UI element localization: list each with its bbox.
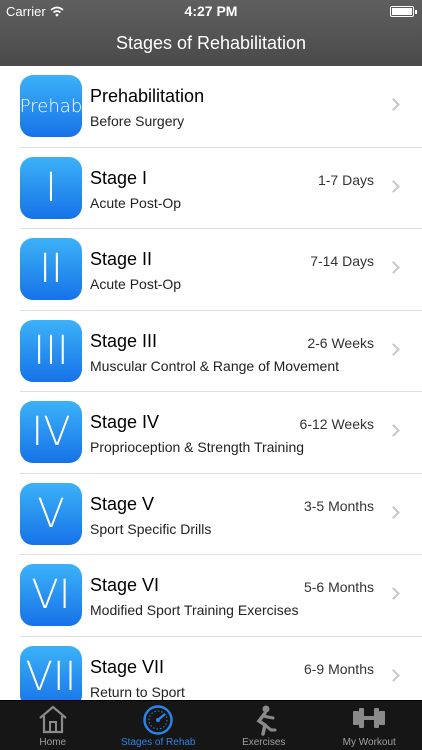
stage-icon: VII bbox=[20, 645, 82, 700]
stage-row[interactable]: II Stage II Acute Post-Op 7-14 Days bbox=[0, 229, 422, 311]
chevron-right-icon bbox=[387, 424, 400, 437]
status-time: 4:27 PM bbox=[184, 3, 238, 19]
stage-title: Prehabilitation bbox=[90, 86, 205, 106]
stage-row[interactable]: I Stage I Acute Post-Op 1-7 Days bbox=[0, 148, 422, 230]
stage-duration: 3-5 Months bbox=[303, 497, 374, 514]
stage-subtitle: Acute Post-Op bbox=[90, 194, 182, 211]
tab-bar: Home Stages of Rehab Exercises My Workout bbox=[0, 700, 422, 750]
squat-figure-icon bbox=[247, 704, 281, 741]
chevron-right-icon bbox=[387, 98, 400, 111]
tab-label: My Workout bbox=[342, 737, 396, 748]
stage-title: Stage V bbox=[90, 493, 155, 514]
chevron-right-icon bbox=[387, 342, 400, 356]
page-title: Stages of Rehabilitation bbox=[115, 33, 307, 53]
home-icon bbox=[36, 704, 70, 739]
battery-icon bbox=[390, 6, 417, 17]
tab-stages-of-rehab[interactable]: Stages of Rehab bbox=[106, 701, 212, 750]
stage-icon: I bbox=[20, 156, 82, 219]
stage-icon: IV bbox=[20, 401, 82, 463]
stage-icon: III bbox=[20, 319, 82, 382]
stage-icon: V bbox=[20, 482, 82, 545]
chevron-right-icon bbox=[387, 261, 400, 274]
stage-title: Stage VII bbox=[90, 656, 165, 677]
stage-subtitle: Before Surgery bbox=[90, 113, 185, 129]
stage-duration: 2-6 Weeks bbox=[307, 334, 374, 351]
stage-subtitle: Sport Specific Drills bbox=[90, 520, 212, 537]
battery-level bbox=[392, 8, 412, 15]
tab-exercises[interactable]: Exercises bbox=[211, 701, 317, 750]
status-bar: Carrier 4:27 PM bbox=[0, 0, 422, 22]
stage-title: Stage III bbox=[90, 330, 158, 351]
stage-subtitle: Modified Sport Training Exercises bbox=[90, 602, 299, 618]
stage-row[interactable]: V Stage V Sport Specific Drills 3-5 Months bbox=[0, 474, 422, 556]
stage-subtitle: Muscular Control & Range of Movement bbox=[90, 357, 339, 374]
chevron-right-icon bbox=[387, 179, 400, 193]
tab-home[interactable]: Home bbox=[0, 701, 106, 750]
tab-my-workout[interactable]: My Workout bbox=[317, 701, 422, 750]
stage-row[interactable]: III Stage III Muscular Control & Range of … bbox=[0, 311, 422, 393]
gauge-icon bbox=[141, 704, 175, 741]
stage-row[interactable]: VI Stage VI Modified Sport Training Exerci… bbox=[0, 555, 422, 637]
stage-icon: Prehab bbox=[20, 75, 82, 137]
stage-duration: 6-9 Months bbox=[303, 660, 374, 677]
stage-duration: 6-12 Weeks bbox=[299, 416, 374, 432]
stages-list[interactable]: Prehab Prehabilitation Before Surgery I Stag… bbox=[0, 66, 422, 700]
stage-row[interactable]: IV Stage IV Proprioception & Strength Trai… bbox=[0, 392, 422, 474]
chevron-right-icon bbox=[387, 505, 400, 519]
stage-duration: 5-6 Months bbox=[303, 579, 374, 595]
chevron-right-icon bbox=[387, 587, 400, 600]
stage-title: Stage VI bbox=[90, 575, 160, 595]
chevron-right-icon bbox=[387, 668, 400, 682]
stage-subtitle: Return to Sport bbox=[90, 683, 185, 700]
stage-title: Stage I bbox=[90, 167, 148, 188]
stage-title: Stage II bbox=[90, 249, 153, 269]
navigation-header: Carrier 4:27 PM Stages of Rehabilitation bbox=[0, 0, 422, 66]
stage-row[interactable]: VII Stage VII Return to Sport 6-9 Months bbox=[0, 637, 422, 700]
stage-duration: 1-7 Days bbox=[317, 171, 374, 188]
stage-icon: II bbox=[20, 238, 82, 300]
stage-title: Stage IV bbox=[90, 412, 160, 432]
dumbbell-icon bbox=[350, 704, 388, 737]
stage-subtitle: Acute Post-Op bbox=[90, 276, 182, 292]
stage-row[interactable]: Prehab Prehabilitation Before Surgery bbox=[0, 66, 422, 148]
stage-duration: 7-14 Days bbox=[310, 253, 374, 269]
stage-icon: VI bbox=[20, 564, 82, 626]
stage-subtitle: Proprioception & Strength Training bbox=[90, 439, 305, 455]
